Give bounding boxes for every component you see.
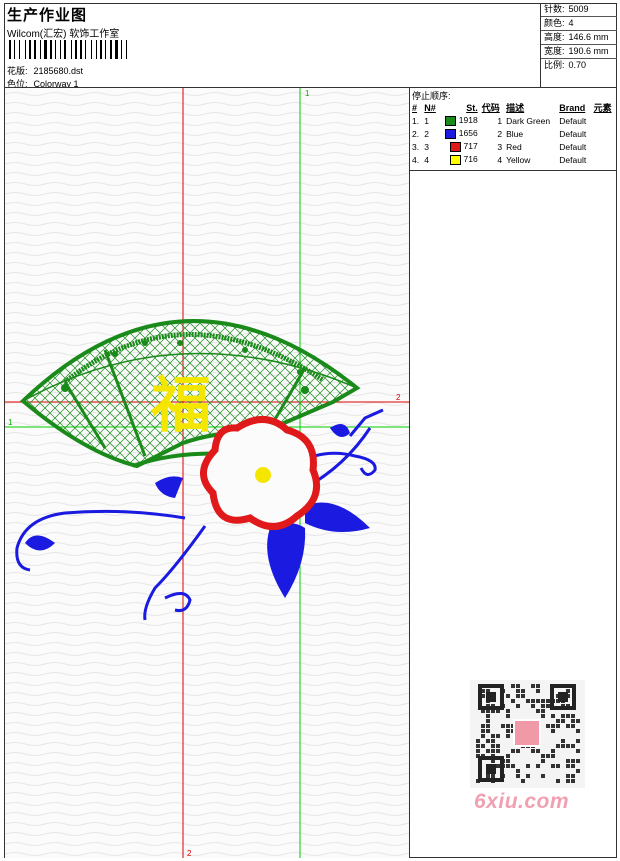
guide-label-green-top: 1 <box>305 89 310 98</box>
stat-label: 颜色: <box>544 18 565 28</box>
guide-label-green-left: 1 <box>8 418 13 427</box>
pattern-value: 2185680.dst <box>33 66 84 76</box>
fu-character: 福 <box>150 371 211 441</box>
stop-sequence-panel: 停止顺序: # N# St. 代码 描述 Brand 元素 1. 1 1918 … <box>410 88 617 171</box>
row-index: 2. <box>412 128 420 139</box>
col-index: # <box>412 102 418 113</box>
row-needle: 1 <box>424 115 430 126</box>
guide-label-red-bottom: 2 <box>187 849 192 858</box>
watermark-text: 6xiu.com <box>474 790 570 813</box>
row-index: 1. <box>412 115 420 126</box>
stitch-count: 1918 <box>458 115 478 126</box>
stat-value: 0.70 <box>568 60 587 70</box>
color-swatch <box>445 115 457 126</box>
row-stitches: 1918 <box>439 114 479 127</box>
stop-header-row: # N# St. 代码 描述 Brand 元素 <box>410 101 616 114</box>
flower-center <box>255 467 271 483</box>
row-index: 4. <box>412 154 420 165</box>
row-needle: 2 <box>424 128 430 139</box>
row-code: 1 <box>497 115 503 126</box>
row-code: 2 <box>497 128 503 139</box>
row-stitches: 716 <box>439 153 479 166</box>
red-flower <box>200 416 320 530</box>
table-row: 4. 4 716 4 Yellow Default <box>410 153 616 166</box>
row-stitches: 1656 <box>439 127 479 140</box>
qr-code-icon <box>470 680 585 788</box>
stat-label: 宽度: <box>544 46 565 56</box>
guide-label-red-right: 2 <box>396 393 401 402</box>
stat-colors: 颜色: 4 <box>541 17 617 31</box>
table-row: 3. 3 717 3 Red Default <box>410 140 616 153</box>
col-stitches: St. <box>466 102 478 113</box>
stat-label: 针数: <box>544 4 565 14</box>
stat-value: 146.6 mm <box>568 32 609 42</box>
row-code: 3 <box>497 141 503 152</box>
row-brand: Default <box>559 154 587 165</box>
row-needle: 4 <box>424 154 430 165</box>
row-element <box>592 114 616 127</box>
row-description: Blue <box>506 128 524 139</box>
row-needle: 3 <box>424 141 430 152</box>
header: 生产作业图 Wilcom(汇宏) 软饰工作室 花版: 2185680.dst 色位… <box>5 4 540 89</box>
color-swatch <box>445 128 457 139</box>
table-row: 1. 1 1918 1 Dark Green Default <box>410 114 616 127</box>
col-brand: Brand <box>559 102 586 113</box>
col-code: 代码 <box>481 103 500 113</box>
row-description: Yellow <box>506 154 531 165</box>
company-name: Wilcom(汇宏) 软饰工作室 <box>7 29 120 40</box>
stats-panel: 针数: 5009 颜色: 4 高度: 146.6 mm 宽度: 190.6 mm 比例:… <box>540 3 617 87</box>
design-preview: 1 1 2 2 福 <box>5 88 410 858</box>
color-swatch <box>450 141 462 152</box>
design-canvas: 1 1 2 2 福 <box>5 88 409 858</box>
row-brand: Default <box>559 128 587 139</box>
barcode-icon <box>9 40 127 59</box>
table-row: 2. 2 1656 2 Blue Default <box>410 127 616 140</box>
row-description: Red <box>506 141 522 152</box>
col-element: 元素 <box>593 103 612 113</box>
row-index: 3. <box>412 141 420 152</box>
col-needle: N# <box>424 102 436 113</box>
row-stitches: 717 <box>439 140 479 153</box>
col-description: 描述 <box>506 103 525 113</box>
stat-value: 5009 <box>568 4 589 14</box>
stitch-count: 717 <box>463 141 478 152</box>
pattern-info: 花版: 2185680.dst <box>7 64 83 77</box>
row-code: 4 <box>497 154 503 165</box>
row-brand: Default <box>559 115 587 126</box>
stat-label: 比例: <box>544 60 565 70</box>
stat-label: 高度: <box>544 32 565 42</box>
stat-stitches: 针数: 5009 <box>541 3 617 17</box>
stat-value: 4 <box>568 18 574 28</box>
row-description: Dark Green <box>506 115 551 126</box>
page-title: 生产作业图 <box>7 7 88 24</box>
pattern-label: 花版: <box>7 66 28 76</box>
stat-scale: 比例: 0.70 <box>541 59 617 72</box>
stitch-count: 1656 <box>458 128 478 139</box>
color-swatch <box>450 154 462 165</box>
stat-width: 宽度: 190.6 mm <box>541 45 617 59</box>
stitch-count: 716 <box>463 154 478 165</box>
stop-sequence-table: # N# St. 代码 描述 Brand 元素 1. 1 1918 1 Dark… <box>410 101 616 166</box>
row-element <box>592 127 616 140</box>
row-element <box>592 140 616 153</box>
stat-value: 190.6 mm <box>568 46 609 56</box>
row-brand: Default <box>559 141 587 152</box>
stat-height: 高度: 146.6 mm <box>541 31 617 45</box>
row-element <box>592 153 616 166</box>
